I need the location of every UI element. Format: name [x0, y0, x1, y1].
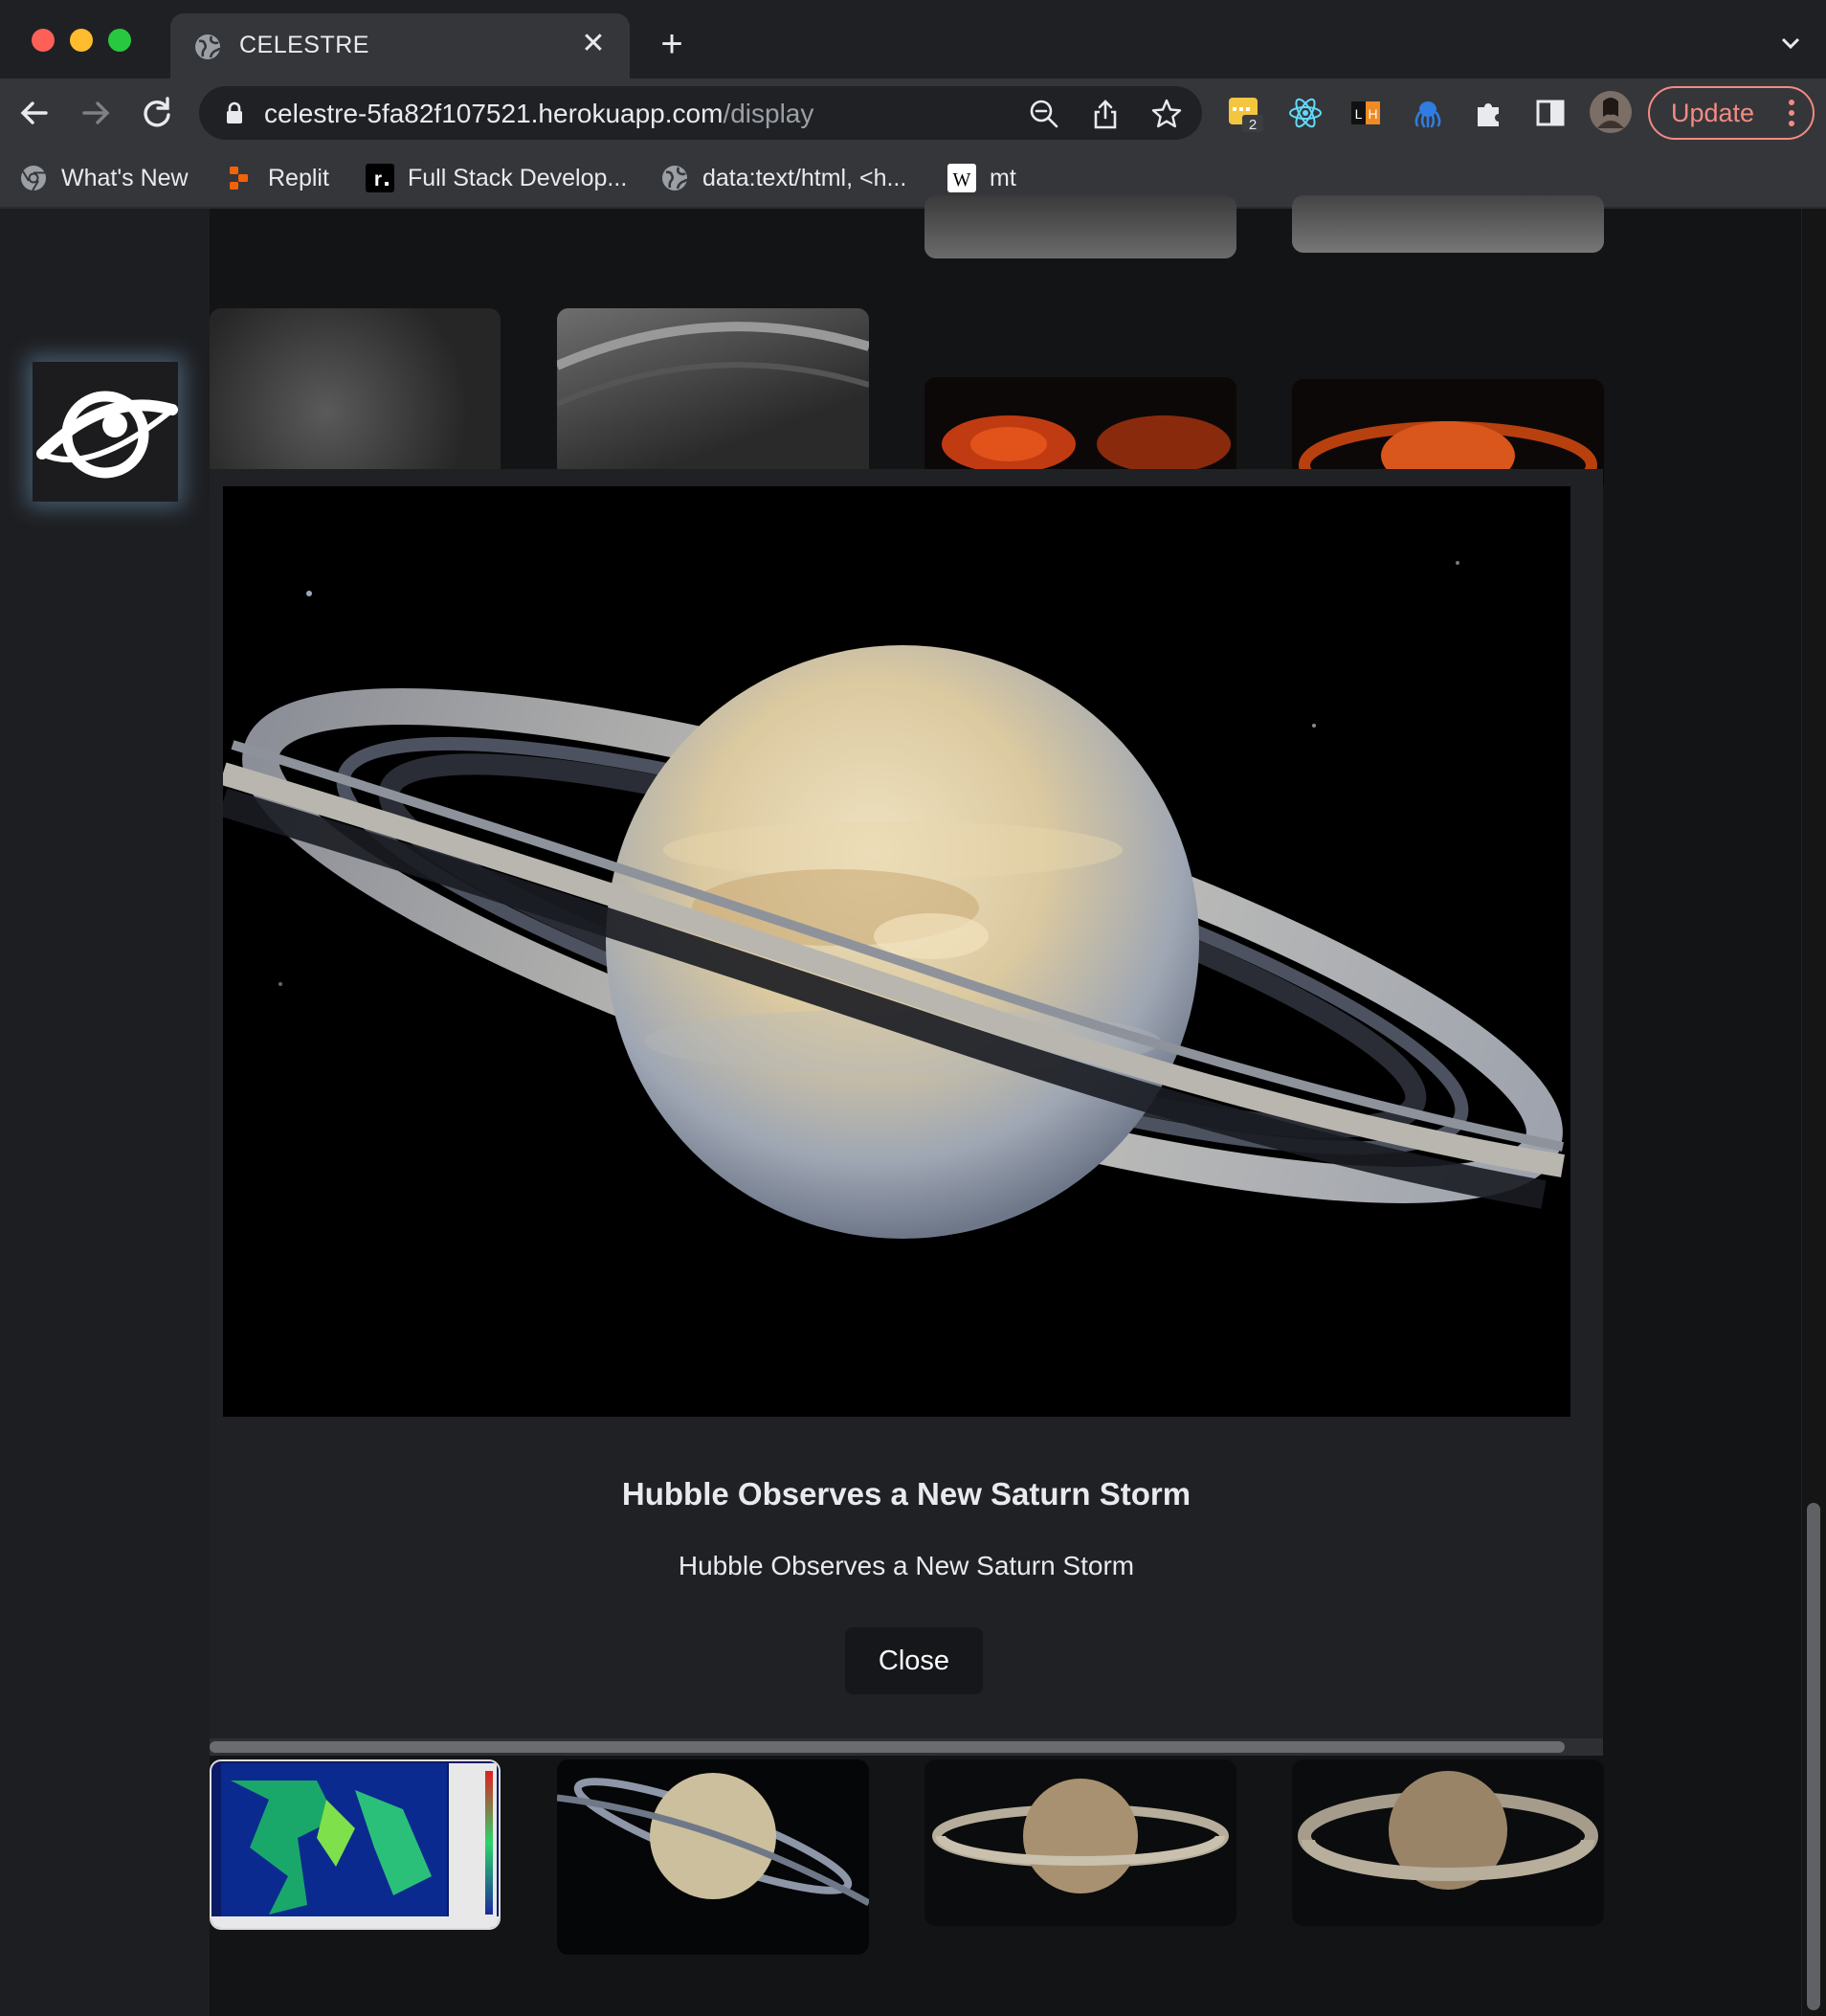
modal-image [223, 486, 1570, 1417]
extensions-puzzle-icon[interactable] [1470, 94, 1508, 132]
modal-description: Hubble Observes a New Saturn Storm [678, 1551, 1135, 1580]
bookmark-replit[interactable]: Replit [226, 161, 329, 195]
svg-text:r: r [374, 168, 382, 190]
tab-close-button[interactable]: ✕ [576, 27, 611, 61]
update-button[interactable]: Update [1648, 86, 1815, 140]
page-scrollbar[interactable] [1801, 209, 1826, 2016]
bookmark-star-icon[interactable] [1150, 98, 1183, 130]
new-tab-button[interactable]: + [651, 23, 693, 65]
modal-title: Hubble Observes a New Saturn Storm [621, 1476, 1191, 1512]
reload-icon[interactable] [136, 92, 178, 134]
window-zoom-button[interactable] [108, 29, 131, 52]
react-devtools-icon[interactable] [1286, 94, 1325, 132]
saturn-thumbnail-icon [1298, 1771, 1598, 1890]
celestre-logo[interactable] [33, 362, 178, 502]
bookmark-data-text[interactable]: data:text/html, <h... [660, 161, 906, 195]
svg-text:W: W [953, 169, 971, 190]
r-dot-icon: r [366, 164, 394, 192]
profile-avatar[interactable] [1589, 90, 1633, 134]
gallery-thumbnail[interactable] [557, 1759, 869, 1955]
sidebar [0, 209, 210, 2016]
page-content: Hubble Observes a New Saturn Storm Hubbl… [0, 195, 1826, 2016]
address-bar[interactable]: celestre-5fa82f107521.herokuapp.com/disp… [199, 86, 1202, 140]
gallery-thumbnail[interactable] [924, 195, 1236, 258]
active-tab[interactable]: CELESTRE ✕ [170, 13, 630, 78]
saturn-ring-closeup-icon [557, 322, 869, 407]
gallery-thumbnail[interactable] [1292, 1759, 1604, 1926]
scrollbar-thumb[interactable] [1807, 1503, 1820, 2010]
window-minimize-button[interactable] [70, 29, 93, 52]
zoom-out-icon[interactable] [1028, 98, 1060, 130]
globe-icon [662, 166, 688, 190]
svg-text:H: H [1368, 106, 1377, 122]
calendar-extension-icon[interactable]: 2 [1227, 94, 1265, 132]
side-panel-icon[interactable] [1531, 94, 1570, 132]
svg-text:2: 2 [1249, 117, 1257, 132]
globe-icon [195, 34, 221, 59]
url-text[interactable]: celestre-5fa82f107521.herokuapp.com/disp… [264, 99, 813, 129]
gallery-thumbnail[interactable] [210, 1759, 501, 1930]
chrome-icon [21, 166, 46, 191]
spectrogram-plot-icon [212, 1763, 499, 1928]
chevron-down-icon[interactable] [1776, 29, 1805, 57]
gallery-thumbnail[interactable] [924, 1759, 1236, 1926]
close-button[interactable]: Close [845, 1627, 983, 1694]
window-close-button[interactable] [32, 29, 55, 52]
more-vertical-icon [1789, 100, 1794, 126]
forward-arrow-icon[interactable] [75, 92, 117, 134]
modal-horizontal-scrollbar[interactable] [210, 1738, 1603, 1756]
bookmark-mt[interactable]: W mt [947, 161, 1016, 195]
replit-icon [230, 167, 248, 190]
saturn-thumbnail-icon [557, 1773, 869, 1907]
octopus-extension-icon[interactable] [1409, 94, 1447, 132]
share-icon[interactable] [1089, 98, 1122, 130]
browser-toolbar: celestre-5fa82f107521.herokuapp.com/disp… [0, 78, 1826, 147]
back-arrow-icon[interactable] [13, 92, 56, 134]
image-modal: Hubble Observes a New Saturn Storm Hubbl… [210, 469, 1603, 1756]
bookmark-full-stack[interactable]: r Full Stack Develop... [366, 161, 627, 195]
planet-eye-logo-icon [36, 391, 178, 479]
lighthouse-extension-icon[interactable]: L H [1347, 94, 1386, 132]
gallery-thumbnail[interactable] [557, 308, 869, 481]
saturn-thumbnail-icon [932, 1779, 1229, 1893]
wikipedia-icon: W [947, 164, 976, 192]
tab-title: CELESTRE [239, 32, 369, 58]
scrollbar-thumb[interactable] [210, 1741, 1565, 1753]
bookmark-whats-new[interactable]: What's New [19, 161, 189, 195]
svg-text:L: L [1355, 106, 1363, 122]
gallery-thumbnail[interactable] [210, 308, 501, 481]
gallery-thumbnail[interactable] [1292, 195, 1604, 253]
lock-icon[interactable] [224, 101, 245, 124]
saturn-image [223, 486, 1570, 1417]
tab-strip: CELESTRE ✕ + [0, 0, 1826, 78]
